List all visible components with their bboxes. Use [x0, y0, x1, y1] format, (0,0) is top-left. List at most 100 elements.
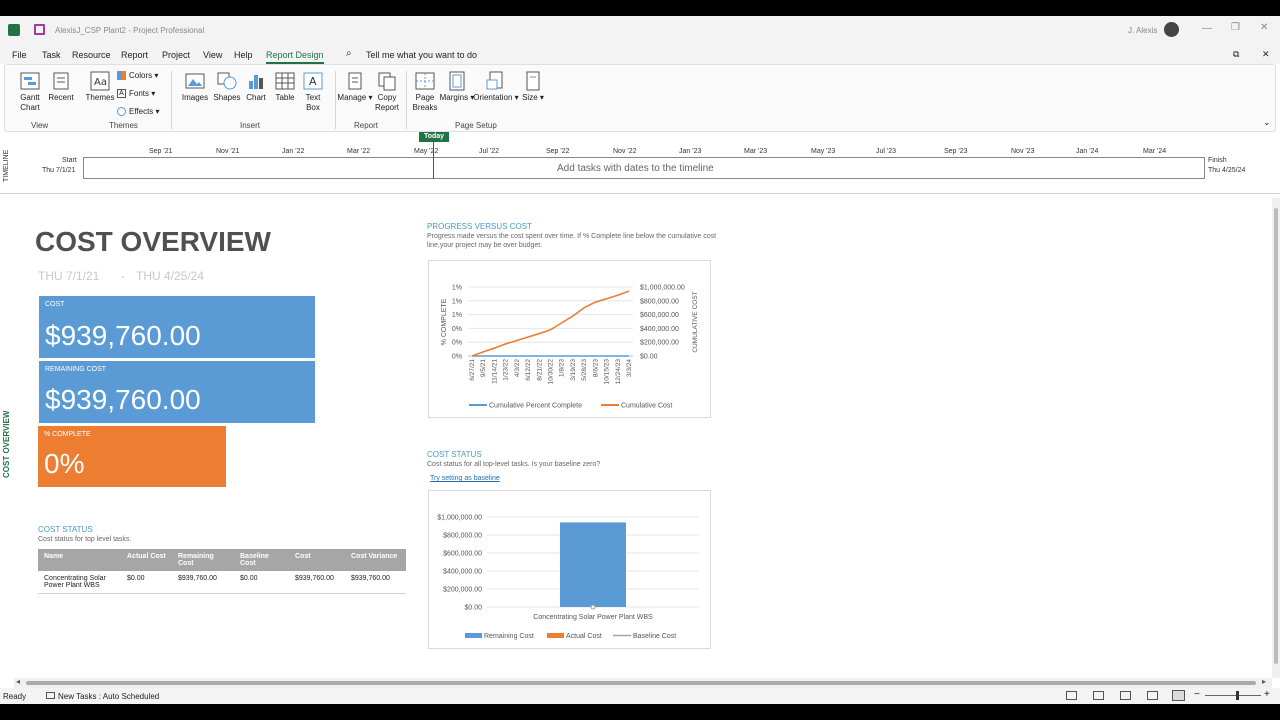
margins-button[interactable]: Margins ▾ [439, 71, 475, 103]
resource-sheet-icon[interactable] [1147, 691, 1158, 700]
ribbon-display-icon[interactable]: ⧉ [1233, 49, 1239, 60]
themes-button[interactable]: Aa Themes [83, 71, 117, 103]
zoom-in-icon[interactable]: + [1264, 689, 1270, 700]
cost-status-chart-frame[interactable]: $0.00 $200,000.00 $400,000.00 $600,000.00 $8… [428, 490, 711, 649]
ribbon: Gantt Chart Recent Aa Themes Colors ▾ AF… [4, 64, 1276, 132]
cost-tile[interactable]: COST $939,760.00 [39, 296, 315, 358]
y-tick-label: $1,000,000.00 [437, 515, 482, 522]
zoom-slider-thumb[interactable] [1236, 691, 1239, 700]
y-tick-label: 1% [452, 312, 462, 319]
x-tick-label: 8/6/23 [592, 359, 599, 377]
column-header: Actual Cost [121, 549, 172, 571]
zoom-out-icon[interactable]: − [1194, 689, 1200, 700]
remaining-cost-label: REMAINING COST [45, 366, 107, 373]
cost-status-chart-heading: COST STATUS [427, 450, 482, 459]
y2-tick-label: $0.00 [640, 354, 658, 361]
cost-status-table-heading: COST STATUS [38, 525, 93, 534]
percent-complete-tile[interactable]: % COMPLETE 0% [38, 426, 226, 487]
tab-report[interactable]: Report [121, 50, 148, 60]
collapse-ribbon-icon[interactable]: ⌄ [1263, 117, 1271, 128]
status-new-tasks[interactable]: New Tasks : Auto Scheduled [58, 692, 159, 701]
size-button[interactable]: Size ▾ [519, 71, 547, 103]
tab-resource[interactable]: Resource [72, 50, 111, 60]
fonts-button[interactable]: A Fonts ▾ [117, 89, 167, 99]
search-icon[interactable]: ⌕ [346, 48, 352, 59]
timeline-pane[interactable]: TIMELINE Today Start Thu 7/1/21 Finish T… [0, 132, 1280, 194]
copy-report-button[interactable]: Copy Report [371, 71, 403, 113]
y-tick-label: 1% [452, 285, 462, 292]
table-row[interactable]: Concentrating Solar Power Plant WBS $0.0… [38, 571, 406, 594]
recent-button[interactable]: Recent [43, 71, 79, 103]
orientation-button[interactable]: Orientation ▾ [473, 71, 519, 103]
margins-icon [447, 71, 467, 91]
project-app-icon [8, 24, 20, 36]
report-date-start: THU 7/1/21 [38, 269, 100, 283]
remaining-cost-tile[interactable]: REMAINING COST $939,760.00 [39, 361, 315, 423]
chart-button[interactable]: Chart [241, 71, 271, 103]
images-button[interactable]: Images [177, 71, 213, 103]
table-button[interactable]: Table [271, 71, 299, 103]
legend-label: Cumulative Percent Complete [489, 403, 582, 410]
horizontal-scrollbar[interactable]: ◂ ▸ [14, 677, 1272, 688]
colors-button[interactable]: Colors ▾ [117, 71, 167, 81]
tab-file[interactable]: File [12, 50, 27, 60]
scroll-right-icon[interactable]: ▸ [1262, 677, 1266, 686]
bar-remaining-cost [560, 522, 626, 607]
tab-task[interactable]: Task [42, 50, 61, 60]
y2-axis-label: CUMULATIVE COST [692, 291, 699, 352]
page-breaks-button[interactable]: Page Breaks [409, 71, 441, 113]
shapes-button[interactable]: Shapes [209, 71, 245, 103]
scroll-left-icon[interactable]: ◂ [16, 677, 20, 686]
zoom-slider[interactable] [1205, 695, 1261, 696]
task-usage-icon[interactable] [1093, 691, 1104, 700]
status-bar: Ready New Tasks : Auto Scheduled − + [0, 688, 1280, 704]
avatar[interactable] [1164, 22, 1179, 37]
tab-report-design[interactable]: Report Design [266, 50, 324, 64]
close-icon[interactable]: ✕ [1260, 22, 1268, 33]
timeline-tick: Sep '22 [546, 148, 570, 155]
report-view-icon[interactable] [1172, 690, 1185, 701]
cost-status-table[interactable]: Name Actual Cost Remaining Cost Baseline… [38, 549, 406, 594]
timeline-tick: Jul '22 [479, 148, 500, 155]
text-box-button[interactable]: A Text Box [299, 71, 327, 113]
tab-view[interactable]: View [203, 50, 222, 60]
tell-me-input[interactable]: Tell me what you want to do [366, 50, 477, 60]
y2-tick-label: $800,000.00 [640, 298, 679, 305]
timeline-tick: May '22 [414, 148, 439, 155]
timeline-tick: May '23 [811, 148, 836, 155]
restore-icon[interactable]: ❐ [1231, 22, 1240, 33]
colors-icon [117, 71, 126, 81]
x-tick-label: 6/12/22 [525, 359, 532, 381]
set-baseline-link[interactable]: Try setting as baseline [430, 475, 500, 482]
tab-project[interactable]: Project [162, 50, 190, 60]
vertical-scroll-thumb[interactable] [1274, 208, 1278, 664]
team-planner-icon[interactable] [1120, 691, 1131, 700]
chart-icon [246, 71, 266, 91]
timeline-start-date: Thu 7/1/21 [42, 167, 76, 174]
progress-chart-frame[interactable]: 0% $0.00 0% $200,000.00 0% $400,000.00 1% $600,… [428, 260, 711, 418]
gantt-view-icon[interactable] [1066, 691, 1077, 700]
group-label-themes: Themes [109, 121, 138, 130]
y-tick-label: $0.00 [464, 605, 482, 612]
x-tick-label: 8/21/22 [536, 359, 543, 381]
save-icon[interactable] [34, 24, 45, 35]
timeline-tick: Sep '23 [944, 148, 968, 155]
remaining-cost-value: $939,760.00 [45, 384, 201, 415]
effects-button[interactable]: Effects ▾ [117, 107, 167, 117]
images-icon [185, 71, 205, 91]
tab-help[interactable]: Help [234, 50, 253, 60]
close-file-icon[interactable]: ✕ [1262, 49, 1270, 60]
x-tick-label: 3/3/24 [626, 359, 633, 377]
minimize-icon[interactable]: — [1202, 23, 1212, 34]
vertical-scrollbar[interactable] [1272, 198, 1280, 678]
timeline-start-label: Start [62, 157, 77, 164]
manage-button[interactable]: Manage ▾ [337, 71, 373, 103]
report-title[interactable]: COST OVERVIEW [35, 226, 271, 258]
menu-bar: File Task Resource Report Project View H… [0, 44, 1280, 64]
cost-status-chart: $0.00 $200,000.00 $400,000.00 $600,000.00 $8… [437, 515, 699, 640]
table-header-row: Name Actual Cost Remaining Cost Baseline… [38, 549, 406, 571]
timeline-finish-date: Thu 4/25/24 [1208, 167, 1246, 174]
horizontal-scroll-thumb[interactable] [26, 681, 1256, 685]
text-box-icon: A [303, 71, 323, 91]
user-name[interactable]: J. Alexis [1128, 26, 1157, 35]
